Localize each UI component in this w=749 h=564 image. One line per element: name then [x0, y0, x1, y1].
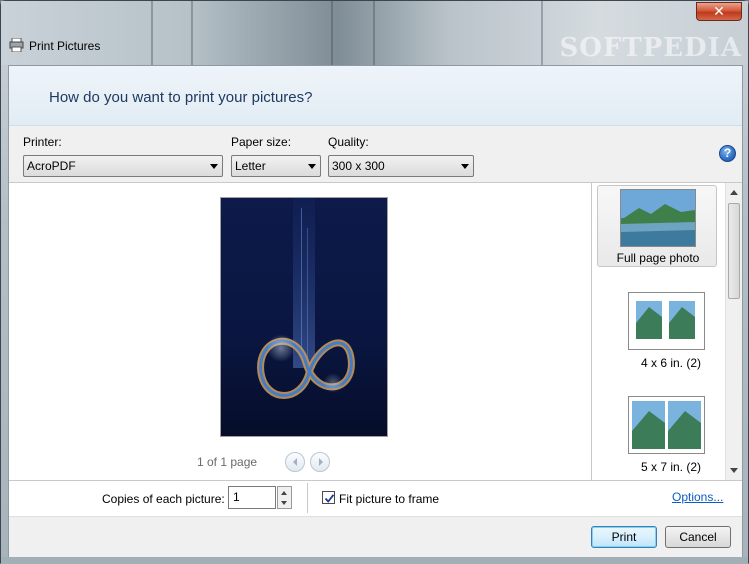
background-decoration	[191, 1, 193, 65]
printer-icon	[9, 38, 24, 52]
two-photo-thumbnail	[636, 301, 695, 339]
chevron-down-icon	[308, 164, 316, 169]
stepper-down-icon[interactable]	[281, 501, 287, 505]
printer-dropdown[interactable]: AcroPDF	[23, 155, 223, 177]
background-decoration	[151, 1, 153, 65]
layout-thumbnail	[620, 189, 696, 247]
landscape-thumbnail	[621, 190, 695, 246]
page-preview	[220, 197, 388, 437]
layout-thumbnail	[628, 396, 705, 454]
print-settings-row: Printer: AcroPDF Paper size: Letter Qual…	[9, 126, 742, 183]
arrow-right-icon	[319, 458, 323, 466]
print-button[interactable]: Print	[591, 526, 657, 548]
preview-pane: 1 of 1 page	[9, 183, 591, 480]
quality-value: 300 x 300	[332, 159, 385, 173]
background-decoration	[373, 1, 375, 65]
layout-scrollbar[interactable]	[725, 183, 742, 480]
background-decoration	[331, 1, 333, 65]
scroll-down-icon[interactable]	[726, 462, 742, 478]
page-title: How do you want to print your pictures?	[49, 89, 313, 106]
scroll-thumb[interactable]	[728, 203, 740, 299]
layout-label: Full page photo	[616, 251, 700, 265]
layout-item-5x7[interactable]: 5 x 7 in. (2)	[597, 394, 717, 476]
quality-label: Quality:	[328, 135, 369, 149]
window-title: Print Pictures	[29, 39, 101, 53]
stepper-up-icon[interactable]	[281, 491, 287, 495]
page-count: 1 of 1 page	[197, 455, 258, 469]
layout-label: 5 x 7 in. (2)	[640, 460, 702, 474]
background-decoration	[541, 1, 543, 65]
help-icon[interactable]: ?	[719, 145, 736, 162]
fit-picture-label[interactable]: Fit picture to frame	[339, 492, 439, 506]
layout-item-full-page[interactable]: Full page photo	[597, 185, 717, 267]
copies-stepper[interactable]	[277, 486, 292, 509]
quality-dropdown[interactable]: 300 x 300	[328, 155, 474, 177]
paper-size-dropdown[interactable]: Letter	[231, 155, 321, 177]
title-bar[interactable]: SOFTPEDIA Print Pictures ✕	[1, 1, 748, 65]
layout-thumbnail	[628, 292, 705, 350]
copies-label: Copies of each picture:	[102, 492, 225, 506]
options-link[interactable]: Options...	[672, 490, 723, 504]
copies-row: Copies of each picture: 1 Fit picture to…	[9, 480, 742, 516]
layout-item-4x6[interactable]: 4 x 6 in. (2)	[597, 290, 717, 372]
fit-picture-checkbox[interactable]	[322, 491, 335, 504]
layout-label: 4 x 6 in. (2)	[640, 356, 702, 370]
printer-label: Printer:	[23, 135, 62, 149]
close-button[interactable]: ✕	[696, 2, 742, 21]
chevron-down-icon	[461, 164, 469, 169]
arrow-left-icon	[293, 458, 297, 466]
cancel-button[interactable]: Cancel	[665, 526, 731, 548]
previous-page-button[interactable]	[285, 452, 305, 472]
dialog-content: How do you want to print your pictures? …	[8, 65, 743, 557]
preview-image	[221, 198, 387, 436]
scroll-up-icon[interactable]	[726, 185, 742, 201]
chevron-down-icon	[210, 164, 218, 169]
paper-size-label: Paper size:	[231, 135, 292, 149]
dialog-footer: Print Cancel	[9, 516, 742, 557]
print-pictures-window: SOFTPEDIA Print Pictures ✕ How do you wa…	[0, 0, 749, 564]
header-band: How do you want to print your pictures?	[9, 66, 742, 126]
copies-input[interactable]: 1	[228, 486, 276, 509]
next-page-button[interactable]	[310, 452, 330, 472]
printer-value: AcroPDF	[27, 159, 76, 173]
checkmark-icon	[324, 494, 335, 503]
watermark: SOFTPEDIA	[559, 33, 742, 63]
two-photo-thumbnail	[632, 401, 701, 449]
layout-list: Full page photo 4 x 6 in. (2) 5 x 7 in. …	[591, 183, 742, 480]
divider	[307, 483, 308, 513]
paper-size-value: Letter	[235, 159, 266, 173]
